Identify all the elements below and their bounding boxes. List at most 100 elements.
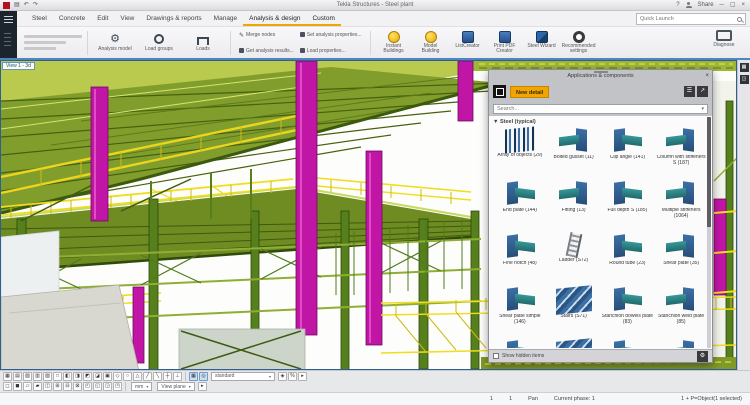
snap-toggle-icon[interactable]: ◲ — [103, 382, 112, 391]
help-icon[interactable]: ? — [676, 0, 679, 11]
snap-toggle-icon[interactable]: ╲ — [153, 372, 162, 381]
component-item[interactable]: Shear plate simple (146) — [493, 285, 547, 337]
get-analysis-results-button[interactable]: Get analysis results... — [239, 48, 294, 54]
tab-steel[interactable]: Steel — [26, 12, 53, 26]
merge-nodes-button[interactable]: ✎ Merge nodes — [239, 32, 294, 39]
snap-toggle-icon[interactable]: ⊞ — [53, 382, 62, 391]
extension-button[interactable]: Steel Wizard — [527, 31, 557, 50]
category-header[interactable]: ▼ Steel (typical) — [493, 119, 708, 125]
selection-filter-dropdown[interactable]: standard ▾ — [211, 372, 275, 381]
drag-handle[interactable] — [594, 71, 608, 73]
snap-toggle-icon[interactable]: ◨ — [73, 372, 82, 381]
component-item[interactable]: Stanchion weld plate (85) — [654, 285, 708, 337]
maximize-button[interactable]: ▢ — [730, 0, 736, 11]
pointer-pane-icon[interactable]: ◲ — [740, 75, 749, 84]
snap-toggle-icon[interactable]: ◳ — [113, 382, 122, 391]
component-item[interactable] — [493, 338, 547, 348]
detach-icon[interactable]: ↗ — [697, 86, 708, 97]
show-hidden-checkbox[interactable] — [493, 353, 499, 359]
gear-icon[interactable]: ⚙ — [697, 351, 708, 362]
component-item[interactable] — [547, 338, 601, 348]
snap-toggle-icon[interactable]: ◼ — [13, 382, 22, 391]
snap-toggle-icon[interactable]: ▨ — [43, 372, 52, 381]
snap-toggle-icon[interactable]: ◫ — [43, 382, 52, 391]
snap-toggle-icon[interactable]: ▰ — [33, 382, 42, 391]
component-item[interactable] — [601, 338, 655, 348]
list-view-icon[interactable]: ☰ — [684, 86, 695, 97]
view-title[interactable]: View 1 - 3d — [2, 62, 35, 70]
tab-view[interactable]: View — [114, 12, 140, 26]
snap-toggle-icon[interactable]: ◪ — [93, 372, 102, 381]
component-item[interactable]: End plate (144) — [493, 179, 547, 231]
close-icon[interactable]: × — [705, 70, 709, 82]
load-properties-button[interactable]: Load properties... — [300, 48, 362, 54]
tab-manage[interactable]: Manage — [208, 12, 244, 26]
component-item[interactable]: Shear plate (35) — [654, 232, 708, 284]
quick-launch-input[interactable] — [640, 16, 737, 22]
component-item[interactable]: Round tube (23) — [601, 232, 655, 284]
component-catalog-icon[interactable] — [493, 85, 506, 98]
new-detail-button[interactable]: New detail — [510, 86, 549, 98]
snap-toggle-icon[interactable]: ◩ — [83, 372, 92, 381]
extension-button[interactable]: Print PDF Creator — [490, 31, 520, 55]
snap-toggle-icon[interactable]: ○ — [123, 372, 132, 381]
snap-toggle-icon[interactable]: ▧ — [23, 372, 32, 381]
component-item[interactable]: Fine notch (48) — [493, 232, 547, 284]
snap-toggle-icon[interactable]: ▥ — [33, 372, 42, 381]
extension-button[interactable]: Instant Buildings — [379, 31, 409, 55]
component-item[interactable]: Stairs (S71) — [547, 285, 601, 337]
snap-toggle-icon[interactable]: ▱ — [23, 382, 32, 391]
snap-toggle-icon[interactable]: ⊟ — [63, 382, 72, 391]
component-item[interactable]: Array of objects (29) — [493, 126, 547, 178]
snap-toggle-icon[interactable]: ▤ — [13, 372, 22, 381]
component-search-input[interactable] — [493, 104, 708, 114]
snap-toggle-icon[interactable]: ◻ — [3, 382, 12, 391]
extension-button[interactable]: ListCreator — [453, 31, 483, 50]
snap-toggle-icon[interactable]: ▸ — [298, 372, 307, 381]
snap-toggle-icon[interactable]: ◧ — [63, 372, 72, 381]
load-groups-button[interactable]: Load groups — [137, 33, 181, 53]
extension-button[interactable]: Model Building — [416, 31, 446, 55]
snap-toggle-icon[interactable]: ◰ — [83, 382, 92, 391]
snap-toggle-icon[interactable]: ◈ — [278, 372, 287, 381]
snap-toggle-icon[interactable]: ◎ — [199, 372, 208, 381]
model-viewport[interactable]: View 1 - 3d — [0, 60, 737, 370]
snap-toggle-icon[interactable]: □ — [53, 372, 62, 381]
snap-toggle-icon[interactable]: ◇ — [113, 372, 122, 381]
file-menu-button[interactable] — [0, 11, 17, 58]
component-item[interactable]: Bolted gusset (11) — [547, 126, 601, 178]
chevron-down-icon[interactable]: ▾ — [701, 106, 704, 112]
tab-analysis-design[interactable]: Analysis & design — [243, 12, 306, 26]
close-button[interactable]: × — [741, 0, 745, 11]
component-item[interactable] — [654, 338, 708, 348]
set-analysis-properties-button[interactable]: Set analysis properties... — [300, 32, 362, 38]
component-item[interactable]: Fitting (13) — [547, 179, 601, 231]
snap-toggle-icon[interactable]: ┼ — [163, 372, 172, 381]
share-button[interactable]: Share — [698, 0, 714, 11]
snap-toggle-icon[interactable]: ▣ — [103, 372, 112, 381]
component-item[interactable]: Stanchion dowels plate (83) — [601, 285, 655, 337]
snap-toggle-icon[interactable]: ╱ — [143, 372, 152, 381]
tab-custom[interactable]: Custom — [306, 12, 340, 26]
snap-toggle-icon[interactable]: ⊠ — [73, 382, 82, 391]
panel-scrollbar[interactable] — [707, 117, 711, 348]
diagnose-button[interactable]: Diagnose — [706, 30, 742, 49]
snap-toggle-icon[interactable]: ⊥ — [173, 372, 182, 381]
snap-toggle-icon[interactable]: % — [288, 372, 297, 381]
loads-button[interactable]: Loads — [181, 33, 225, 53]
component-item[interactable]: Column with stiffeners S (187) — [654, 126, 708, 178]
tab-concrete[interactable]: Concrete — [53, 12, 91, 26]
tab-drawings-reports[interactable]: Drawings & reports — [140, 12, 207, 26]
analysis-model-button[interactable]: ⚙ Analysis model — [93, 33, 137, 53]
tab-edit[interactable]: Edit — [91, 12, 114, 26]
work-plane-dropdown[interactable]: View plane ▾ — [157, 382, 194, 391]
component-item[interactable]: Clip angle (141) — [601, 126, 655, 178]
snap-toggle-icon[interactable]: ▦ — [3, 372, 12, 381]
snap-toggle-icon[interactable]: △ — [133, 372, 142, 381]
unit-dropdown[interactable]: mm ▾ — [131, 382, 152, 391]
component-item[interactable]: Full depth S (185) — [601, 179, 655, 231]
snap-toggle-icon[interactable]: ▦ — [189, 372, 198, 381]
user-icon[interactable] — [686, 2, 692, 8]
component-item[interactable]: Ladder (S72) — [547, 232, 601, 284]
clipboard-group[interactable] — [24, 35, 82, 50]
